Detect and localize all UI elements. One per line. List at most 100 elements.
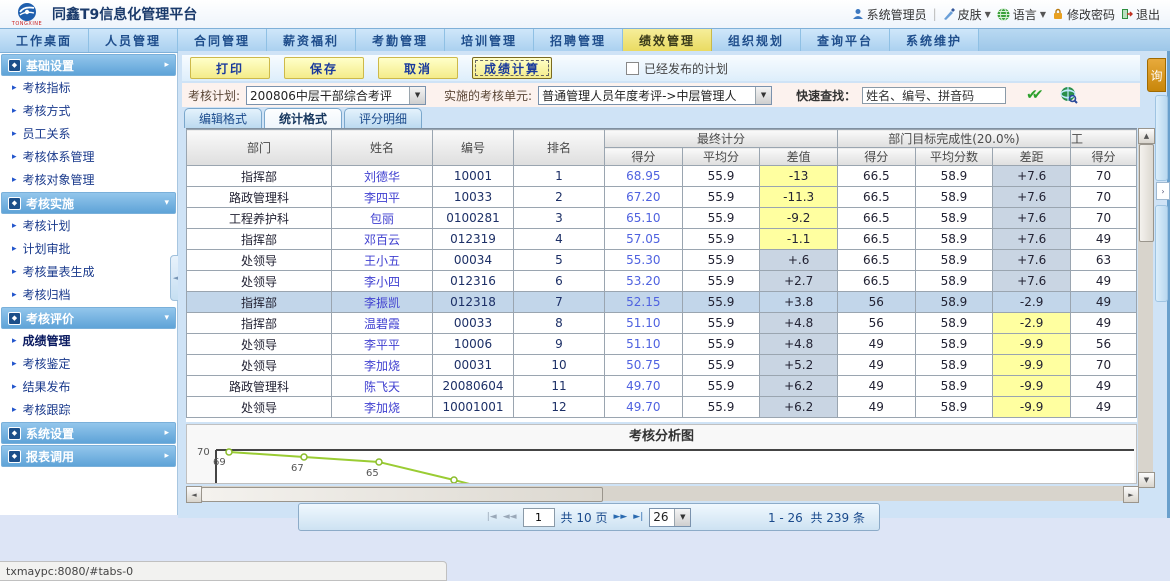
table-row-5[interactable]: 处领导王小五00034555.3055.9+.666.558.9+7.663 (187, 250, 1137, 271)
table-row-11[interactable]: 路政管理科陈飞天200806041149.7055.9+6.24958.9-9.… (187, 376, 1137, 397)
cell-name-link[interactable]: 李加烧 (332, 397, 433, 418)
cell-name-link[interactable]: 李小四 (332, 271, 433, 292)
sidebar-item-1-1[interactable]: ▸考核指标 (0, 76, 177, 99)
skin-menu[interactable]: 皮肤▼ (943, 6, 991, 23)
sidebar-item-1-2[interactable]: ▸考核方式 (0, 99, 177, 122)
nav-tab-11[interactable]: 系统维护 (890, 29, 979, 52)
col-rank[interactable]: 排名 (514, 130, 605, 166)
sidebar-item-2-4[interactable]: ▸考核归档 (0, 283, 177, 306)
view-tab-3[interactable]: 评分明细 (344, 108, 422, 128)
sidebar-item-1-5[interactable]: ▸考核对象管理 (0, 168, 177, 191)
nav-tab-2[interactable]: 人员管理 (89, 29, 178, 52)
nav-tab-9[interactable]: 组织规划 (712, 29, 801, 52)
col-goal-score[interactable]: 得分 (837, 148, 915, 166)
nav-tab-4[interactable]: 薪资福利 (267, 29, 356, 52)
first-page-icon[interactable]: |◄ (487, 512, 497, 522)
col-code[interactable]: 编号 (433, 130, 514, 166)
language-menu[interactable]: 语言▼ (997, 6, 1046, 23)
table-row-7[interactable]: 指挥部李振凯012318752.1555.9+3.85658.9-2.949 (187, 292, 1137, 313)
table-row-8[interactable]: 指挥部温碧霞00033851.1055.9+4.85658.9-2.949 (187, 313, 1137, 334)
change-password[interactable]: 修改密码 (1052, 6, 1115, 23)
quick-search-input[interactable] (862, 87, 1006, 104)
nav-tab-8[interactable]: 绩效管理 (623, 29, 712, 52)
cell-name-link[interactable]: 李四平 (332, 187, 433, 208)
save-button[interactable]: 保存 (284, 57, 364, 79)
table-row-4[interactable]: 指挥部邓百云012319457.0555.9-1.166.558.9+7.649 (187, 229, 1137, 250)
score-calc-button[interactable]: 成绩计算 (472, 57, 552, 79)
col-goal-gap[interactable]: 差距 (993, 148, 1071, 166)
col-final-avg[interactable]: 平均分 (682, 148, 760, 166)
next-page-icon[interactable]: ►► (613, 512, 627, 522)
page-size-select[interactable]: 26 ▼ (649, 508, 691, 527)
nav-tab-5[interactable]: 考勤管理 (356, 29, 445, 52)
scroll-up-icon[interactable]: ▲ (1138, 128, 1155, 144)
sidebar-item-3-1[interactable]: ▸成绩管理 (0, 329, 177, 352)
table-row-2[interactable]: 路政管理科李四平10033267.2055.9-11.366.558.9+7.6… (187, 187, 1137, 208)
table-row-3[interactable]: 工程养护科包丽0100281365.1055.9-9.266.558.9+7.6… (187, 208, 1137, 229)
sidebar-item-1-3[interactable]: ▸员工关系 (0, 122, 177, 145)
table-row-10[interactable]: 处领导李加烧000311050.7555.9+5.24958.9-9.970 (187, 355, 1137, 376)
vertical-scroll-thumb[interactable] (1139, 144, 1154, 242)
sidebar-item-3-3[interactable]: ▸结果发布 (0, 375, 177, 398)
prev-page-icon[interactable]: ◄◄ (503, 512, 517, 522)
col-final-score[interactable]: 得分 (605, 148, 683, 166)
scroll-down-icon[interactable]: ▼ (1138, 472, 1155, 488)
nav-tab-10[interactable]: 查询平台 (801, 29, 890, 52)
sidebar-item-2-3[interactable]: ▸考核量表生成 (0, 260, 177, 283)
query-side-tab[interactable]: 询 (1147, 58, 1166, 92)
sidebar-item-3-2[interactable]: ▸考核鉴定 (0, 352, 177, 375)
sidebar-group-2[interactable]: ◆考核实施▾ (1, 192, 176, 214)
cell-name-link[interactable]: 包丽 (332, 208, 433, 229)
published-plan-checkbox[interactable] (626, 62, 639, 75)
page-number-input[interactable] (523, 508, 555, 527)
last-page-icon[interactable]: ►| (633, 512, 643, 522)
right-panel-strip[interactable] (1155, 95, 1168, 181)
sidebar-item-2-2[interactable]: ▸计划审批 (0, 237, 177, 260)
sidebar-group-4[interactable]: ◆系统设置▸ (1, 422, 176, 444)
sidebar-group-5[interactable]: ◆报表调用▸ (1, 445, 176, 467)
cell-name-link[interactable]: 李加烧 (332, 355, 433, 376)
view-tab-2[interactable]: 统计格式 (264, 108, 342, 128)
nav-tab-7[interactable]: 招聘管理 (534, 29, 623, 52)
scroll-right-icon[interactable]: ► (1123, 486, 1139, 503)
right-panel-expand-icon[interactable]: › (1156, 182, 1170, 200)
cell-name-link[interactable]: 温碧霞 (332, 313, 433, 334)
confirm-check-icon[interactable]: ✔✔ (1026, 87, 1037, 103)
scroll-left-icon[interactable]: ◄ (186, 486, 202, 503)
cell-name-link[interactable]: 李平平 (332, 334, 433, 355)
cancel-button[interactable]: 取消 (378, 57, 458, 79)
sidebar-item-1-4[interactable]: ▸考核体系管理 (0, 145, 177, 168)
table-row-12[interactable]: 处领导李加烧100010011249.7055.9+6.24958.9-9.94… (187, 397, 1137, 418)
cell-next-score: 70 (1071, 208, 1137, 229)
cell-name-link[interactable]: 李振凯 (332, 292, 433, 313)
col-next-score[interactable]: 得分 (1071, 148, 1137, 166)
nav-tab-6[interactable]: 培训管理 (445, 29, 534, 52)
horizontal-scroll-thumb[interactable] (201, 487, 603, 502)
table-row-1[interactable]: 指挥部刘德华10001168.9555.9-1366.558.9+7.670 (187, 166, 1137, 187)
col-goal-avg[interactable]: 平均分数 (915, 148, 993, 166)
table-row-6[interactable]: 处领导李小四012316653.2055.9+2.766.558.9+7.649 (187, 271, 1137, 292)
cell-final-avg: 55.9 (682, 271, 760, 292)
cell-name-link[interactable]: 邓百云 (332, 229, 433, 250)
plan-select[interactable]: 200806中层干部综合考评 ▼ (246, 86, 426, 105)
nav-tab-3[interactable]: 合同管理 (178, 29, 267, 52)
logout[interactable]: 退出 (1121, 6, 1160, 23)
right-panel-strip[interactable] (1155, 205, 1168, 302)
search-globe-icon[interactable] (1060, 86, 1078, 104)
cell-name-link[interactable]: 王小五 (332, 250, 433, 271)
cell-name-link[interactable]: 刘德华 (332, 166, 433, 187)
nav-tab-1[interactable]: 工作桌面 (0, 29, 89, 52)
unit-select[interactable]: 普通管理人员年度考评->中层管理人 ▼ (538, 86, 772, 105)
print-button[interactable]: 打印 (190, 57, 270, 79)
current-user[interactable]: 系统管理员 (852, 6, 927, 23)
view-tab-1[interactable]: 编辑格式 (184, 108, 262, 128)
sidebar-group-3[interactable]: ◆考核评价▾ (1, 307, 176, 329)
col-dept[interactable]: 部门 (187, 130, 332, 166)
sidebar-group-1[interactable]: ◆基础设置▸ (1, 54, 176, 76)
sidebar-item-2-1[interactable]: ▸考核计划 (0, 214, 177, 237)
table-row-9[interactable]: 处领导李平平10006951.1055.9+4.84958.9-9.956 (187, 334, 1137, 355)
sidebar-item-3-4[interactable]: ▸考核跟踪 (0, 398, 177, 421)
col-name[interactable]: 姓名 (332, 130, 433, 166)
cell-name-link[interactable]: 陈飞天 (332, 376, 433, 397)
col-final-diff[interactable]: 差值 (760, 148, 838, 166)
